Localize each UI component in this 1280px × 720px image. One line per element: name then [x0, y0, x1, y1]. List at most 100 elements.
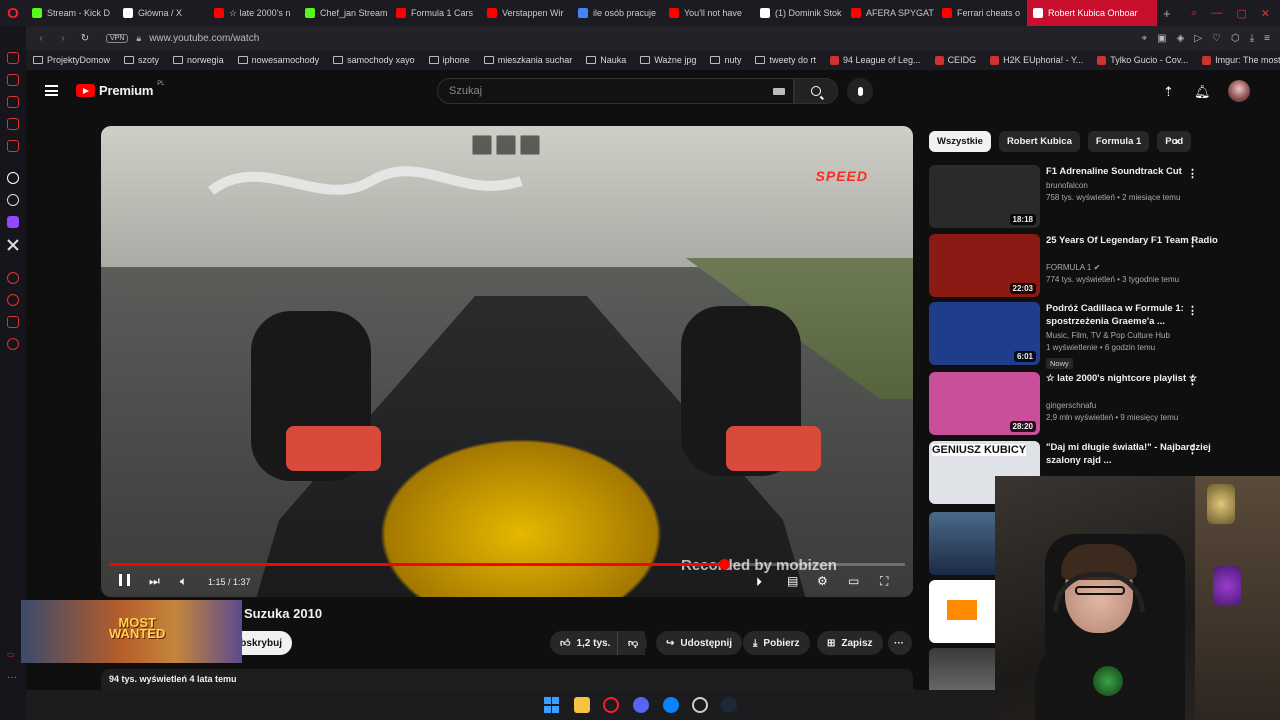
download-button[interactable]: ⤓ Pobierz [743, 631, 810, 655]
bookmark-11[interactable]: 94 League of Leg... [823, 55, 928, 65]
fullscreen-icon[interactable]: ⛶ [880, 574, 888, 589]
recommendation-item[interactable]: 18:18 F1 Adrenaline Soundtrack Cut ⋮ brunof… [929, 165, 1265, 229]
menu-icon[interactable] [45, 85, 58, 96]
next-icon[interactable]: ⏭︎ [149, 574, 160, 589]
pause-icon[interactable] [119, 574, 130, 586]
ai-assistant-icon[interactable] [7, 172, 19, 184]
save-button[interactable]: ⊞ Zapisz [817, 631, 883, 655]
bookmark-4[interactable]: samochody xayo [326, 55, 422, 65]
settings-icon[interactable] [7, 338, 19, 350]
cast-icon[interactable] [496, 135, 516, 155]
rec-title[interactable]: "Daj mi długie światła!" - Najbardziej s… [1046, 441, 1236, 467]
progress-bar[interactable] [109, 559, 905, 570]
rec-thumb-6[interactable] [929, 512, 995, 575]
rec-thumb-7[interactable] [929, 580, 995, 643]
twitch-icon[interactable] [7, 216, 19, 228]
rec-channel[interactable]: Music, Film, TV & Pop Culture Hub [1046, 330, 1170, 342]
more-vert-icon[interactable]: ⋮ [1187, 374, 1198, 387]
opera-taskbar-icon[interactable] [603, 697, 619, 713]
messenger-icon[interactable] [7, 52, 19, 64]
file-explorer-icon[interactable] [574, 697, 590, 713]
instagram-icon[interactable] [7, 118, 19, 130]
subtitles-icon[interactable]: ▤ [787, 574, 798, 588]
vpn-icon[interactable]: ▭ [7, 650, 19, 662]
more-vert-icon[interactable]: ⋮ [1187, 443, 1198, 456]
extensions-icon[interactable]: ⬡ [1231, 33, 1240, 44]
voice-search-button[interactable] [847, 78, 873, 104]
video-player[interactable]: SPEED Recorded by mobizen ⏭︎ 🔈︎ 1:15 / 1… [101, 126, 913, 597]
chip-0[interactable]: Wszystkie [929, 131, 991, 152]
opera-logo-icon[interactable]: O [0, 0, 26, 26]
miniplayer-icon[interactable] [472, 135, 492, 155]
shield-icon[interactable] [7, 316, 19, 328]
notifications-bell-icon[interactable]: 🔔︎ [1194, 84, 1211, 100]
tab-6[interactable]: ile osób pracuje [572, 0, 663, 26]
discord-icon[interactable] [633, 697, 649, 713]
more-actions-button[interactable]: ··· [888, 631, 912, 655]
rec-title[interactable]: Podróż Cadillaca w Formule 1: spostrzeże… [1046, 302, 1236, 328]
chip-2[interactable]: Formula 1 [1087, 131, 1150, 152]
bookmark-10[interactable]: tweety do rt [748, 55, 823, 65]
keyboard-icon[interactable] [773, 88, 785, 95]
chevron-right-icon[interactable]: › [1175, 134, 1179, 148]
settings-gear-icon[interactable]: ⚙︎ [817, 574, 828, 588]
reload-icon[interactable]: ↻ [78, 33, 92, 44]
maximize-icon[interactable]: ▢ [1236, 7, 1246, 20]
close-icon[interactable]: ✕ [1261, 7, 1270, 20]
bookmark-14[interactable]: Tylko Gucio - Cov... [1090, 55, 1195, 65]
wallet-icon[interactable]: ◈ [1177, 33, 1185, 44]
more-vert-icon[interactable]: ⋮ [1187, 304, 1198, 317]
more-vert-icon[interactable]: ⋮ [1187, 167, 1198, 180]
snapshot-icon[interactable]: ▣ [1157, 33, 1166, 44]
easy-setup-icon[interactable]: ≡ [1264, 33, 1270, 44]
rec-title[interactable]: ☆ late 2000's nightcore playlist ☆ [1046, 372, 1236, 385]
bookmark-icon[interactable]: ♡ [1212, 33, 1221, 44]
bookmark-0[interactable]: ProjektyDomow [26, 55, 117, 65]
back-icon[interactable]: ‹ [34, 33, 48, 44]
video-popout-icon[interactable]: ▷ [1194, 33, 1202, 44]
dislike-button[interactable]: 👎︎ [617, 631, 647, 655]
history-icon[interactable] [7, 294, 19, 306]
bookmark-12[interactable]: CEIDG [928, 55, 984, 65]
rec-channel[interactable]: gingerschnafu [1046, 400, 1096, 412]
player-icon[interactable] [7, 272, 19, 284]
tab-7[interactable]: You'll not have [663, 0, 754, 26]
bookmark-8[interactable]: Ważne jpg [633, 55, 703, 65]
rec-channel[interactable]: brunofalcon [1046, 180, 1088, 192]
tab-2[interactable]: ☆ late 2000's n [208, 0, 299, 26]
bookmark-15[interactable]: Imgur: The most a... [1195, 55, 1280, 65]
recommendation-item[interactable]: 22:03 25 Years Of Legendary F1 Team Radio… [929, 234, 1265, 298]
tab-4[interactable]: Formula 1 Cars [390, 0, 481, 26]
bookmark-3[interactable]: nowesamochody [231, 55, 327, 65]
chrome-icon[interactable] [692, 697, 708, 713]
chatgpt-icon[interactable] [7, 194, 19, 206]
upload-icon[interactable]: ⇡ [1163, 84, 1174, 100]
forward-icon[interactable]: › [56, 33, 70, 44]
autoplay-toggle[interactable]: ⏵ [756, 575, 762, 590]
bookmark-1[interactable]: szoty [117, 55, 166, 65]
bookmark-7[interactable]: Nauka [579, 55, 633, 65]
tab-0[interactable]: Stream - Kick D [26, 0, 117, 26]
url-field[interactable]: www.youtube.com/watch [149, 33, 259, 44]
tab-1[interactable]: Główna / X [117, 0, 208, 26]
bookmark-9[interactable]: nuty [703, 55, 748, 65]
rec-thumbnail[interactable]: 22:03 [929, 234, 1040, 297]
tab-8[interactable]: (1) Dominik Stok [754, 0, 845, 26]
steam-icon[interactable] [721, 697, 737, 713]
rec-thumbnail[interactable]: 6:01 [929, 302, 1040, 365]
search-input[interactable]: Szukaj [437, 78, 794, 104]
x-icon[interactable] [7, 238, 19, 251]
share-button[interactable]: ↪ Udostępnij [656, 631, 743, 655]
rec-thumb-8[interactable] [929, 648, 995, 690]
download-icon[interactable]: ⤓ [1250, 33, 1254, 44]
minimize-icon[interactable]: — [1211, 7, 1222, 20]
chip-1[interactable]: Robert Kubica [998, 131, 1080, 152]
skip-icon[interactable] [520, 135, 540, 155]
more-icon[interactable]: ··· [7, 672, 19, 684]
bookmark-6[interactable]: mieszkania suchar [477, 55, 580, 65]
new-tab-button[interactable]: + [1157, 6, 1177, 21]
rec-thumbnail[interactable]: 18:18 [929, 165, 1040, 228]
rec-title[interactable]: F1 Adrenaline Soundtrack Cut [1046, 165, 1236, 178]
telegram-icon[interactable] [7, 96, 19, 108]
recommendation-item[interactable]: 6:01 Podróż Cadillaca w Formule 1: spostr… [929, 302, 1265, 369]
